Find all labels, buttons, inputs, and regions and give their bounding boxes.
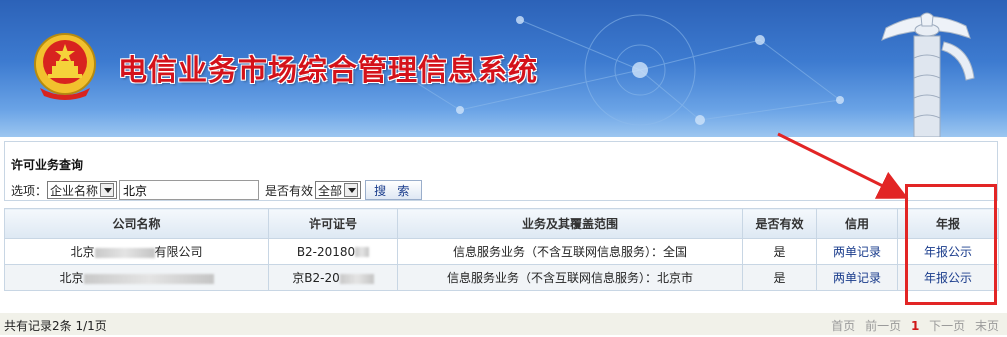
- pagination-controls: 首页 前一页 1 下一页 末页: [825, 317, 999, 334]
- annotation-arrow: [777, 132, 909, 199]
- first-page-link[interactable]: 首页: [831, 319, 855, 333]
- pagination-bar: 共有记录2条 1/1页 首页 前一页 1 下一页 末页: [0, 313, 1007, 335]
- last-page-link[interactable]: 末页: [975, 319, 999, 333]
- next-page-link[interactable]: 下一页: [929, 319, 965, 333]
- annotation-highlight-box: [905, 184, 997, 305]
- prev-page-link[interactable]: 前一页: [865, 319, 901, 333]
- record-summary: 共有记录2条 1/1页: [4, 319, 107, 333]
- current-page: 1: [910, 319, 920, 333]
